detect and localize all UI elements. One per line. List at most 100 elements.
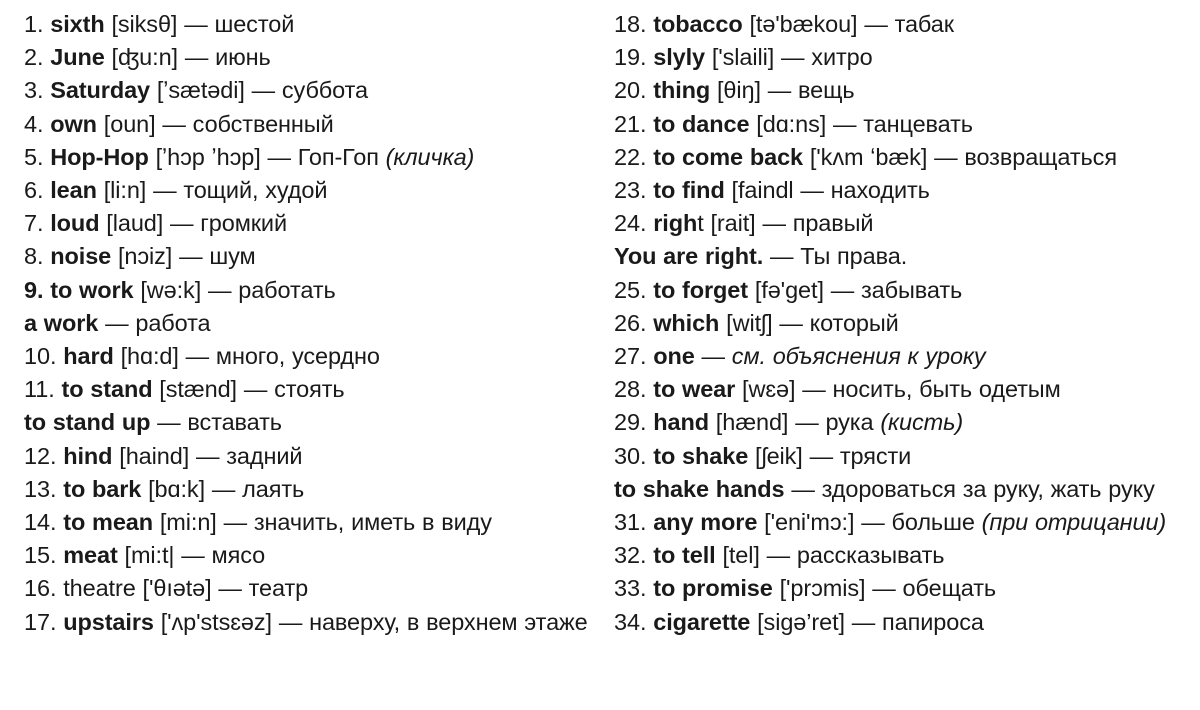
entry-number: 19. xyxy=(614,44,647,71)
entry-number: 15. xyxy=(24,542,57,569)
entry-transcription: [li:n] xyxy=(103,177,147,204)
entry-transcription: [mi:t| xyxy=(124,542,175,569)
entry-transcription: [oun] xyxy=(103,110,156,137)
entry-term: to stand up xyxy=(24,409,151,436)
entry-gloss: больше xyxy=(891,509,975,536)
entry-term: June xyxy=(50,44,105,71)
entry-transcription: [ʃeik] xyxy=(755,442,803,469)
entry-gloss: тощий, худой xyxy=(183,177,328,204)
entry-term: to shake xyxy=(653,442,749,469)
entry-gloss: папироса xyxy=(882,608,984,635)
entry-transcription: [tə'bækou] xyxy=(749,11,858,37)
vocabulary-subentry: You are right. — Ты права. xyxy=(614,240,1192,273)
entry-gloss: рука xyxy=(825,409,874,436)
entry-transcription: [dɑ:ns] xyxy=(756,110,827,137)
vocabulary-entry: 18. tobacco [tə'bækou] — табак xyxy=(614,8,1192,41)
vocabulary-entry: 17. upstairs ['ʌp'stsɛəz] — наверху, в в… xyxy=(24,606,592,639)
entry-transcription: [sigə’ret] xyxy=(757,608,845,635)
entry-dash: — xyxy=(864,11,888,37)
entry-transcription: [rait] xyxy=(710,210,756,237)
vocabulary-entry: 24. right [rait] — правый xyxy=(614,207,1192,240)
vocabulary-entry: 10. hard [hɑ:d] — много, усердно xyxy=(24,340,592,373)
entry-term: noise xyxy=(50,243,112,270)
entry-dash: — xyxy=(184,11,208,37)
entry-number: 29. xyxy=(614,409,647,436)
entry-number: 24. xyxy=(614,210,647,237)
entry-gloss: лаять xyxy=(242,475,305,502)
entry-term: theatre xyxy=(63,575,136,602)
vocabulary-subentry: to shake hands — здороваться за руку, жа… xyxy=(614,473,1192,506)
entry-number: 26. xyxy=(614,309,647,336)
entry-number: 4. xyxy=(24,110,44,137)
vocabulary-entry: 1. sixth [siksθ] — шестой xyxy=(24,8,592,41)
entry-transcription: [fə'get] xyxy=(754,276,824,303)
entry-transcription: [wə:k] xyxy=(140,276,202,303)
entry-dash: — xyxy=(170,210,194,237)
entry-number: 21. xyxy=(614,110,647,137)
entry-gloss: вставать xyxy=(187,409,282,436)
entry-gloss: вещь xyxy=(798,77,855,104)
entry-gloss: танцевать xyxy=(863,110,973,137)
entry-gloss: работать xyxy=(238,276,336,303)
entry-transcription: [bɑ:k] xyxy=(148,475,206,502)
entry-dash: — xyxy=(184,44,209,71)
entry-gloss: много, усердно xyxy=(215,343,380,370)
entry-term: to stand xyxy=(61,376,153,403)
vocabulary-entry: 12. hind [haind] — задний xyxy=(24,440,592,473)
entry-term: to mean xyxy=(63,509,154,536)
entry-transcription: [laud] xyxy=(106,210,164,237)
entry-gloss: возвращаться xyxy=(964,143,1117,170)
entry-number: 20. xyxy=(614,77,647,104)
entry-number: 7. xyxy=(24,210,44,237)
vocabulary-entry: 4. own [oun] — собственный xyxy=(24,108,592,141)
vocabulary-entry: 31. any more ['eni'mɔ:] — больше (при от… xyxy=(614,506,1192,539)
entry-transcription: [hɑ:d] xyxy=(120,343,179,370)
vocabulary-entry: 3. Saturday [ʼsætədi] — суббота xyxy=(24,74,592,107)
entry-dash: — xyxy=(861,509,885,536)
vocabulary-subentry: a work — работа xyxy=(24,307,592,340)
entry-term: one xyxy=(653,343,695,370)
entry-gloss: табак xyxy=(894,11,954,37)
entry-number: 30. xyxy=(614,442,647,469)
entry-gloss: значить, иметь в виду xyxy=(253,509,492,536)
entry-term: loud xyxy=(50,210,100,237)
entry-transcription: [tel] xyxy=(722,542,760,569)
entry-term: Hop-Hop xyxy=(50,143,149,170)
entry-dash: — xyxy=(791,475,815,502)
entry-transcription: [witʃ] xyxy=(726,309,773,336)
entry-number: 2. xyxy=(24,44,44,71)
entry-term: thing xyxy=(653,77,711,104)
entry-transcription: ['ʌp'stsɛəz] xyxy=(160,608,272,635)
vocabulary-entry: 30. to shake [ʃeik] — трясти xyxy=(614,440,1192,473)
entry-number: 17. xyxy=(24,608,57,635)
vocabulary-entry: 2. June [ʤu:n] — июнь xyxy=(24,41,592,74)
entry-transcription: [haind] xyxy=(119,442,190,469)
entry-term: Saturday xyxy=(50,77,151,104)
entry-gloss: шум xyxy=(209,243,256,270)
entry-gloss: который xyxy=(809,309,899,336)
entry-term: to promise xyxy=(653,575,773,602)
vocabulary-entry: 29. hand [hænd] — рука (кисть) xyxy=(614,406,1192,439)
entry-gloss: громкий xyxy=(200,210,287,237)
entry-term: to come back xyxy=(653,143,804,170)
entry-dash: — xyxy=(800,177,824,204)
vocabulary-entry: 27. one — см. объяснения к уроку xyxy=(614,340,1192,373)
vocabulary-entry: 33. to promise ['prɔmis] — обещать xyxy=(614,572,1192,605)
entry-term: own xyxy=(50,110,97,137)
vocabulary-entry: 32. to tell [tel] — рассказывать xyxy=(614,539,1192,572)
entry-dash: — xyxy=(766,542,791,569)
entry-dash: — xyxy=(795,409,819,436)
vocabulary-entry: 23. to find [faindl — находить xyxy=(614,174,1192,207)
entry-gloss: суббота xyxy=(281,77,368,104)
entry-dash: — xyxy=(162,110,186,137)
vocabulary-entry: 6. lean [li:n] — тощий, худой xyxy=(24,174,592,207)
vocabulary-sheet: 1. sixth [siksθ] — шестой 2. June [ʤu:n]… xyxy=(0,0,1200,710)
entry-number: 3. xyxy=(24,77,44,104)
entry-term: righ xyxy=(653,210,698,237)
entry-gloss-note: (при отрицании) xyxy=(981,509,1167,536)
entry-dash: — xyxy=(207,276,232,303)
entry-number: 14. xyxy=(24,509,57,536)
vocabulary-entry: 5. Hop-Hop [ʼhɔp ʼhɔp] — Гоп-Гоп (кличка… xyxy=(24,141,592,174)
entry-number: 22. xyxy=(614,143,647,170)
entry-number: 1. xyxy=(24,11,44,37)
